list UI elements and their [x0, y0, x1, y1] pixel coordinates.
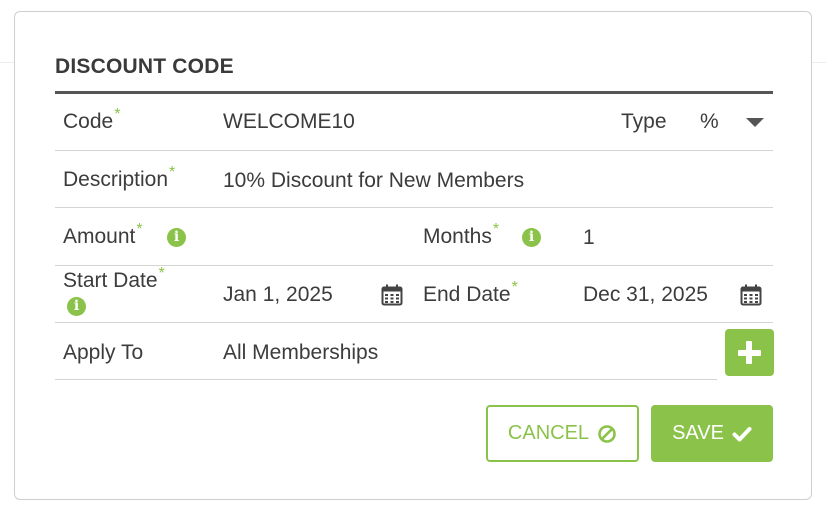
type-label: Type — [621, 110, 667, 133]
row-divider — [55, 207, 773, 208]
info-icon[interactable]: i — [67, 297, 86, 316]
row-divider — [55, 322, 773, 323]
start-date-label: Start Date* — [63, 265, 165, 295]
row-divider — [55, 379, 717, 380]
required-marker: * — [158, 265, 165, 282]
amount-field[interactable] — [223, 225, 413, 251]
calendar-icon[interactable] — [381, 284, 403, 306]
check-icon — [732, 426, 752, 441]
save-button[interactable]: SAVE — [651, 405, 773, 462]
amount-label: Amount* — [63, 221, 143, 251]
chevron-down-icon[interactable] — [746, 118, 764, 127]
required-marker: * — [492, 221, 500, 238]
amount-label-text: Amount — [63, 225, 136, 248]
dialog-title: DISCOUNT CODE — [55, 55, 234, 78]
ban-icon — [598, 424, 616, 443]
calendar-icon[interactable] — [740, 284, 762, 306]
description-label-text: Description — [63, 168, 169, 191]
apply-to-field[interactable]: All Memberships — [223, 341, 378, 365]
required-marker: * — [114, 106, 121, 123]
apply-to-label: Apply To — [63, 341, 144, 364]
description-field[interactable]: 10% Discount for New Members — [223, 169, 524, 193]
code-field[interactable]: WELCOME10 — [223, 110, 355, 134]
end-date-label: End Date* — [423, 279, 518, 309]
plus-icon-stem — [746, 341, 752, 364]
months-label: Months* — [423, 221, 499, 251]
required-marker: * — [136, 221, 143, 238]
start-date-field[interactable]: Jan 1, 2025 — [223, 283, 333, 307]
months-label-text: Months — [423, 225, 492, 248]
type-select[interactable]: % — [700, 110, 719, 134]
add-membership-button[interactable] — [725, 329, 774, 376]
info-icon[interactable]: i — [522, 228, 541, 247]
cancel-button-label: CANCEL — [507, 422, 590, 444]
row-divider — [55, 150, 773, 151]
end-date-field[interactable]: Dec 31, 2025 — [583, 283, 708, 307]
end-date-label-text: End Date — [423, 283, 511, 306]
info-icon[interactable]: i — [167, 228, 186, 247]
save-button-label: SAVE — [672, 422, 724, 444]
code-label: Code* — [63, 106, 120, 136]
start-date-label-text: Start Date — [63, 269, 158, 292]
description-label: Description* — [63, 164, 175, 194]
months-field[interactable]: 1 — [583, 226, 595, 250]
code-label-text: Code — [63, 110, 114, 133]
cancel-button[interactable]: CANCEL — [486, 405, 639, 462]
required-marker: * — [169, 164, 176, 181]
required-marker: * — [511, 279, 518, 296]
title-divider — [55, 91, 773, 94]
